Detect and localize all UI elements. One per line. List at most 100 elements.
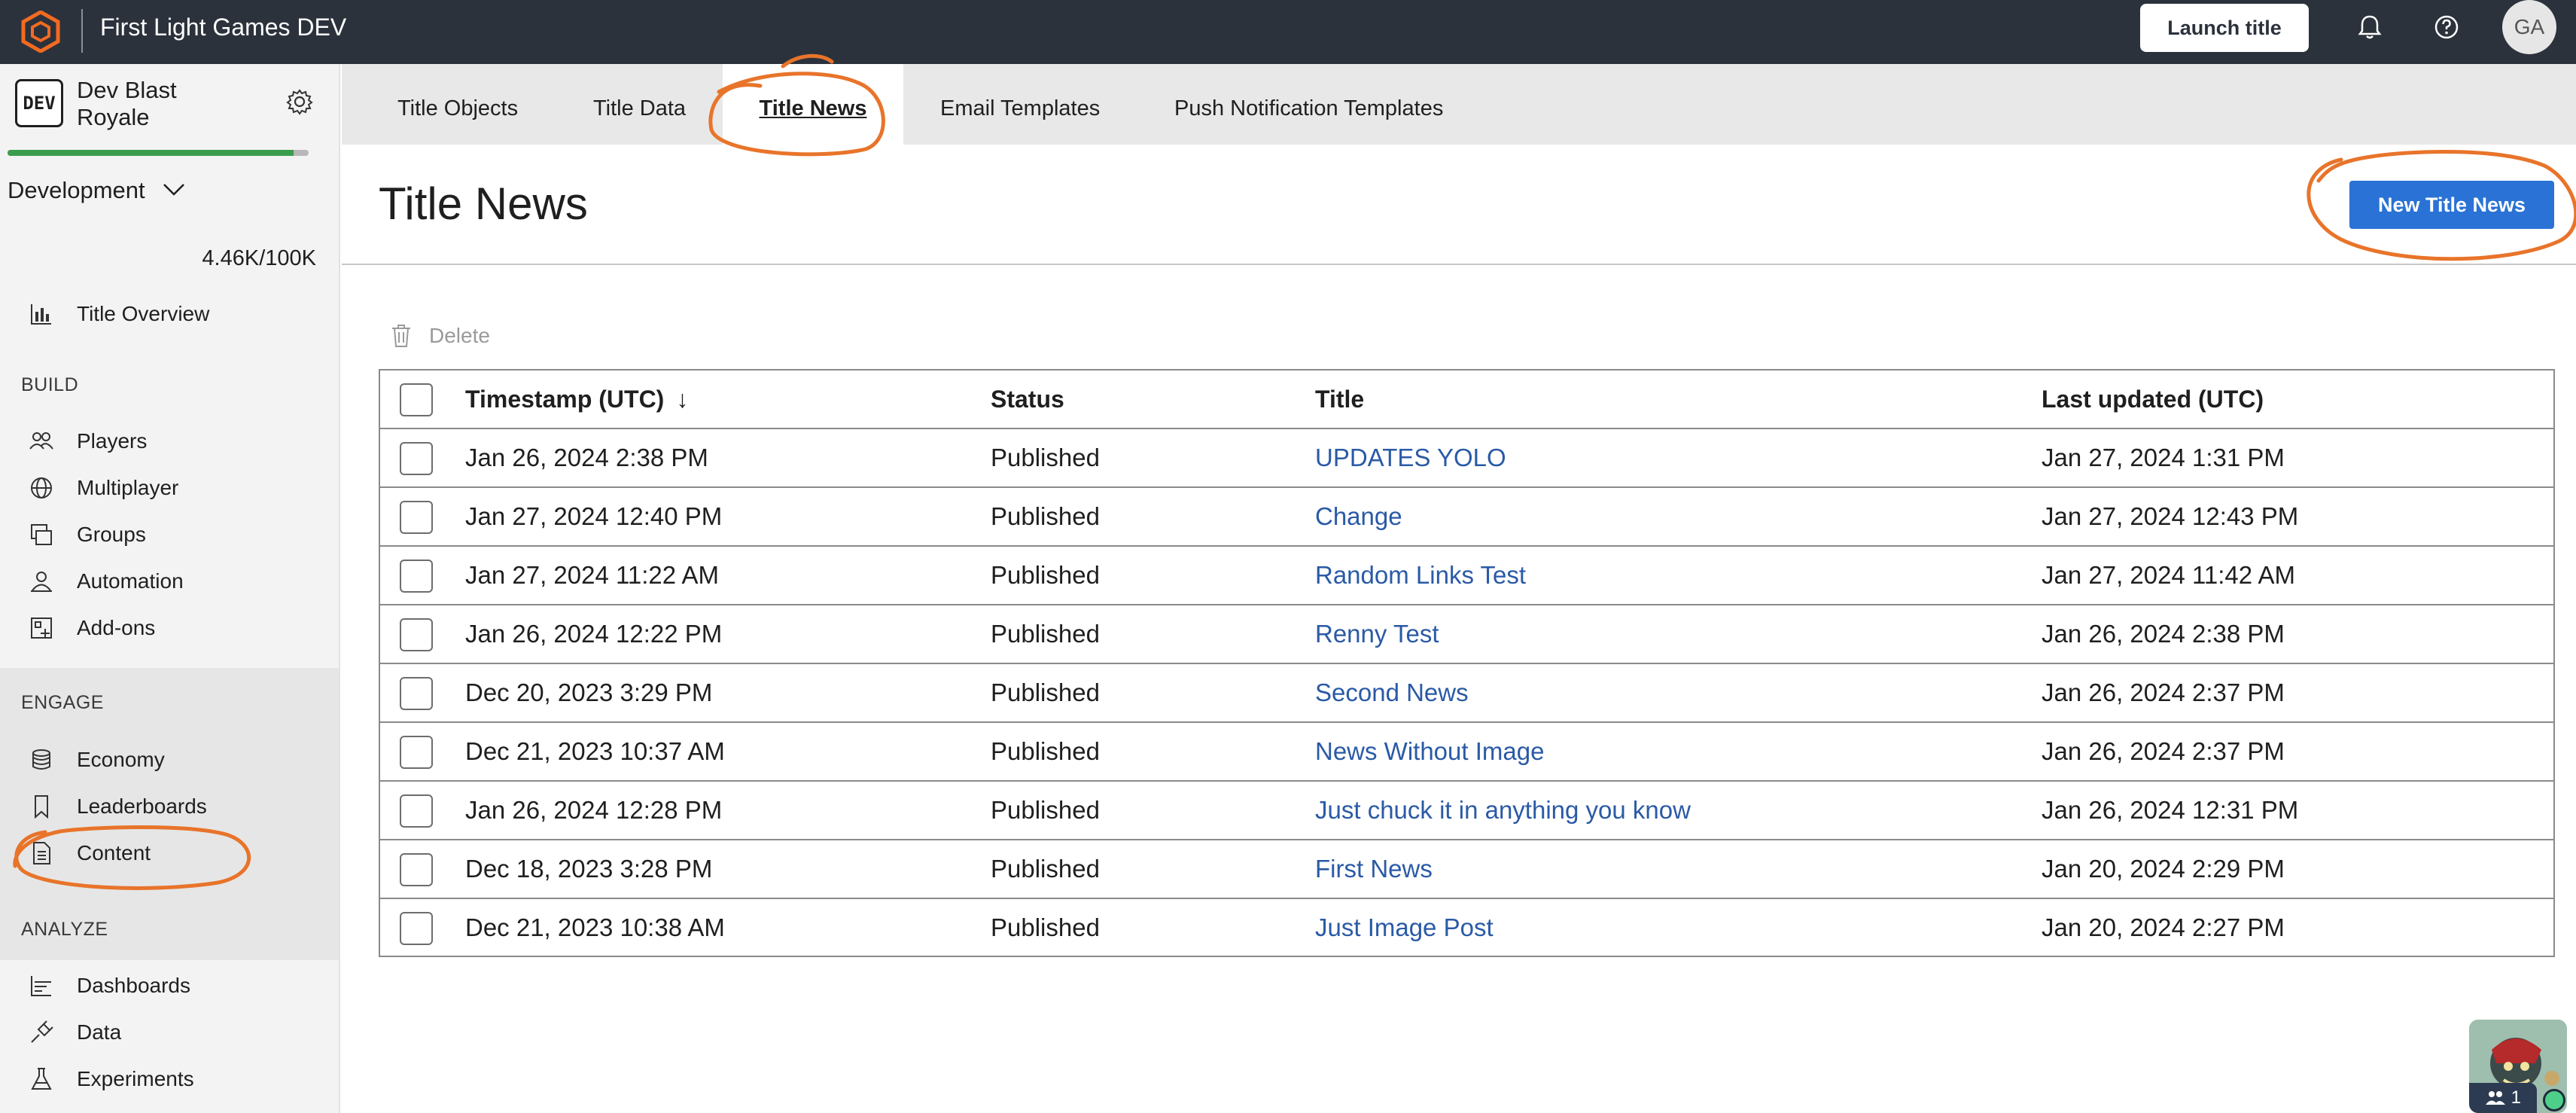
cell-timestamp: Jan 26, 2024 12:22 PM [465, 620, 723, 648]
data-icon [31, 1020, 53, 1043]
select-all-checkbox[interactable] [400, 383, 433, 416]
section-analyze: ANALYZE [21, 919, 108, 940]
row-checkbox[interactable] [400, 442, 433, 475]
presence-count-badge: 1 [2469, 1083, 2537, 1113]
usage-progress-bar [8, 150, 309, 156]
top-bar: First Light Games DEV Launch title GA [0, 0, 2576, 64]
nav-dashboards[interactable]: Dashboards [29, 967, 190, 1005]
cell-title: Second News [1315, 664, 1469, 721]
news-title-link[interactable]: Just Image Post [1315, 913, 1494, 941]
nav-leaderboards[interactable]: Leaderboards [29, 788, 207, 825]
nav-add-ons[interactable]: Add-ons [29, 609, 155, 647]
news-title-link[interactable]: Change [1315, 502, 1402, 530]
nav-data[interactable]: Data [29, 1014, 121, 1051]
nav-players[interactable]: Players [29, 422, 147, 460]
table-row[interactable]: Dec 20, 2023 3:29 PM Published Second News… [380, 664, 2553, 723]
news-title-link[interactable]: Just chuck it in anything you know [1315, 796, 1691, 824]
cell-title: News Without Image [1315, 723, 1544, 780]
table-row[interactable]: Jan 26, 2024 2:38 PM Published UPDATES YOL… [380, 429, 2553, 488]
row-checkbox[interactable] [400, 853, 433, 886]
playfab-logo-icon[interactable] [21, 11, 60, 53]
nav-multiplayer[interactable]: Multiplayer [29, 469, 178, 507]
row-checkbox[interactable] [400, 794, 433, 828]
content-icon [33, 842, 50, 864]
row-checkbox[interactable] [400, 618, 433, 651]
cell-title: Change [1315, 488, 1402, 545]
cell-timestamp: Jan 27, 2024 11:22 AM [465, 561, 719, 589]
players-icon [29, 432, 53, 450]
help-icon[interactable] [2430, 11, 2463, 44]
cell-status: Published [991, 855, 1100, 883]
nav-title-overview[interactable]: Title Overview [29, 295, 209, 333]
table-row[interactable]: Dec 21, 2023 10:37 AM Published News Witho… [380, 723, 2553, 782]
chevron-down-icon[interactable] [161, 181, 187, 199]
bell-icon[interactable] [2353, 11, 2386, 44]
column-header-last-updated[interactable]: Last updated (UTC) [2042, 370, 2264, 428]
sort-arrow-icon[interactable]: ↓ [676, 370, 688, 428]
cell-title: UPDATES YOLO [1315, 429, 1506, 486]
news-title-link[interactable]: UPDATES YOLO [1315, 444, 1506, 471]
table-row[interactable]: Jan 27, 2024 11:22 AM Published Random Lin… [380, 547, 2553, 605]
news-title-link[interactable]: Random Links Test [1315, 561, 1526, 589]
page-title: Title News [379, 178, 588, 229]
news-title-link[interactable]: News Without Image [1315, 737, 1544, 765]
news-title-link[interactable]: Renny Test [1315, 620, 1439, 648]
news-title-link[interactable]: Second News [1315, 678, 1469, 706]
cell-last-updated: Jan 26, 2024 2:37 PM [2042, 678, 2285, 706]
cell-title: Just chuck it in anything you know [1315, 782, 1691, 839]
cell-timestamp: Jan 26, 2024 2:38 PM [465, 444, 708, 471]
globe-icon [31, 477, 52, 499]
title-badge: DEV [15, 79, 63, 127]
studio-title[interactable]: First Light Games DEV [100, 0, 346, 54]
cell-timestamp: Jan 26, 2024 12:28 PM [465, 796, 723, 824]
column-header-title[interactable]: Title [1315, 370, 1364, 428]
new-title-news-button[interactable]: New Title News [2349, 181, 2554, 229]
experiments-icon [31, 1068, 52, 1090]
table-row[interactable]: Jan 26, 2024 12:22 PM Published Renny Test… [380, 605, 2553, 664]
gear-icon[interactable] [285, 87, 315, 117]
cell-last-updated: Jan 27, 2024 12:43 PM [2042, 502, 2299, 530]
nav-content[interactable]: Content [29, 834, 151, 872]
row-checkbox[interactable] [400, 677, 433, 710]
launch-title-button[interactable]: Launch title [2140, 4, 2309, 52]
delete-label: Delete [429, 324, 490, 347]
dashboards-icon [31, 976, 51, 996]
nav-groups[interactable]: Groups [29, 516, 146, 553]
user-avatar[interactable]: GA [2502, 0, 2556, 54]
tab-push-notification-templates[interactable]: Push Notification Templates [1174, 64, 1443, 145]
row-checkbox[interactable] [400, 501, 433, 534]
nav-label: Players [77, 429, 148, 453]
row-checkbox[interactable] [400, 736, 433, 769]
nav-label: Experiments [77, 1067, 194, 1090]
row-checkbox[interactable] [400, 560, 433, 593]
cell-timestamp: Dec 21, 2023 10:37 AM [465, 737, 725, 765]
game-thumbnail[interactable]: 1 [2469, 1020, 2567, 1113]
nav-automation[interactable]: Automation [29, 563, 184, 600]
tab-title-objects[interactable]: Title Objects [397, 64, 518, 145]
tab-title-data[interactable]: Title Data [593, 64, 686, 145]
table-row[interactable]: Dec 18, 2023 3:28 PM Published First News J… [380, 840, 2553, 899]
environment-selector[interactable]: Development [8, 177, 145, 204]
cell-last-updated: Jan 26, 2024 12:31 PM [2042, 796, 2299, 824]
cell-last-updated: Jan 26, 2024 2:37 PM [2042, 737, 2285, 765]
title-name[interactable]: Dev Blast Royale [77, 77, 242, 131]
nav-label: Groups [77, 523, 146, 546]
column-header-status[interactable]: Status [991, 370, 1064, 428]
table-row[interactable]: Dec 21, 2023 10:38 AM Published Just Image… [380, 899, 2553, 958]
cell-last-updated: Jan 20, 2024 2:27 PM [2042, 913, 2285, 941]
nav-experiments[interactable]: Experiments [29, 1060, 194, 1098]
cell-status: Published [991, 678, 1100, 706]
delete-button[interactable]: Delete [390, 319, 490, 352]
cell-title: Just Image Post [1315, 899, 1494, 956]
tab-title-news[interactable]: Title News [723, 64, 903, 145]
cell-timestamp: Dec 21, 2023 10:38 AM [465, 913, 725, 941]
nav-economy[interactable]: Economy [29, 741, 165, 779]
cell-last-updated: Jan 27, 2024 1:31 PM [2042, 444, 2285, 471]
cell-title: First News [1315, 840, 1433, 898]
table-row[interactable]: Jan 27, 2024 12:40 PM Published Change Jan … [380, 488, 2553, 547]
news-title-link[interactable]: First News [1315, 855, 1433, 883]
column-header-timestamp[interactable]: Timestamp (UTC) ↓ [465, 370, 688, 428]
row-checkbox[interactable] [400, 912, 433, 945]
table-row[interactable]: Jan 26, 2024 12:28 PM Published Just chuck… [380, 782, 2553, 840]
tab-email-templates[interactable]: Email Templates [940, 64, 1100, 145]
